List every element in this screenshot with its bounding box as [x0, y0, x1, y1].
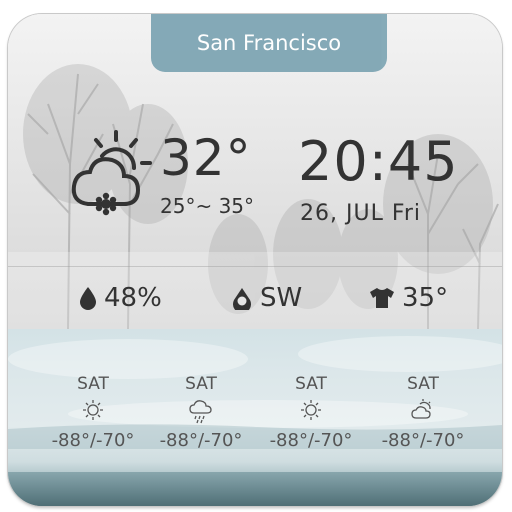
humidity-value: 48% [104, 283, 162, 313]
location-tab[interactable]: San Francisco [151, 14, 387, 72]
feels-like-value: 35° [402, 283, 449, 313]
humidity-stat: 48% [78, 278, 162, 318]
forecast-day: SAT [77, 374, 109, 394]
wind-stat: SW [230, 278, 302, 318]
water-drop-icon [80, 287, 96, 310]
sea [8, 472, 502, 506]
forecast-temp: -88°/-70° [381, 430, 465, 451]
clock-time[interactable]: 20:45 [298, 135, 459, 189]
shirt-icon [370, 288, 394, 308]
forecast-day: SAT [407, 374, 439, 394]
forecast-temp: -88°/-70° [269, 430, 353, 451]
location-label: San Francisco [196, 31, 342, 55]
weather-widget: San Francisco 32° 25°~ 35° 20:45 26, JUL… [8, 14, 502, 506]
temperature-range: 25°~ 35° [160, 194, 255, 218]
feels-like-stat: 35° [368, 278, 448, 318]
partly-cloudy-snow-icon [71, 130, 152, 216]
sun-icon [38, 398, 148, 424]
sun-icon [256, 398, 366, 424]
current-temperature: 32° [160, 129, 252, 187]
divider [8, 266, 502, 267]
partly-cloudy-icon [368, 398, 478, 424]
clock-date[interactable]: 26, JUL Fri [300, 201, 421, 226]
rain-cloud-icon [146, 398, 256, 424]
current-weather-panel: San Francisco 32° 25°~ 35° 20:45 26, JUL… [8, 14, 502, 329]
wind-direction-icon [233, 288, 251, 310]
forecast-temp: -88°/-70° [159, 430, 243, 451]
forecast-day: SAT [295, 374, 327, 394]
forecast-temp: -88°/-70° [51, 430, 135, 451]
forecast-day: SAT [185, 374, 217, 394]
wind-value: SW [260, 283, 303, 313]
